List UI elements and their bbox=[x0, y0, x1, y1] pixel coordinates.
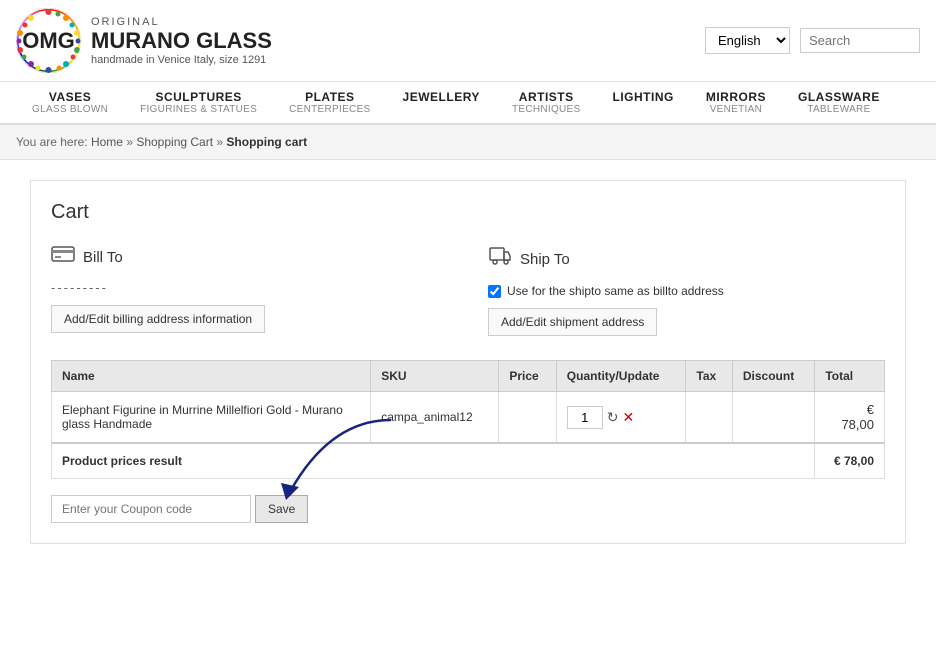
price-result-value: € 78,00 bbox=[815, 443, 885, 479]
cart-table-header: Name SKU Price Quantity/Update Tax Disco… bbox=[52, 361, 885, 392]
nav-item-plates[interactable]: PLATES CENTERPIECES bbox=[273, 82, 386, 123]
nav-item-mirrors[interactable]: MIRRORS VENETIAN bbox=[690, 82, 782, 123]
same-address-row: Use for the shipto same as billto addres… bbox=[488, 284, 885, 298]
page-content: Cart Bill To --------- Add/Edit billin bbox=[0, 160, 936, 564]
product-sku: campa_animal12 bbox=[371, 392, 499, 444]
logo-text: ORIGINAL MURANO GLASS handmade in Venice… bbox=[91, 16, 272, 66]
coupon-section: Save bbox=[51, 495, 885, 523]
cart-table-body: Elephant Figurine in Murrine Millelfiori… bbox=[52, 392, 885, 479]
address-section: Bill To --------- Add/Edit billing addre… bbox=[51, 244, 885, 336]
header-controls: English Italian German French bbox=[705, 27, 920, 54]
breadcrumb-cart-link[interactable]: Shopping Cart bbox=[136, 135, 213, 149]
col-price: Price bbox=[499, 361, 556, 392]
nav-item-jewellery[interactable]: JEWELLERY bbox=[387, 82, 496, 123]
breadcrumb-home[interactable]: Home bbox=[91, 135, 123, 149]
ship-to-icon bbox=[488, 244, 512, 274]
price-result-label: Product prices result bbox=[52, 443, 815, 479]
col-discount: Discount bbox=[732, 361, 814, 392]
cart-container: Cart Bill To --------- Add/Edit billin bbox=[30, 180, 906, 544]
page-header: OMG ORIGINAL MURANO GLASS handmade in Ve… bbox=[0, 0, 936, 82]
cart-title: Cart bbox=[51, 201, 885, 224]
bill-to-value: --------- bbox=[51, 280, 448, 295]
col-tax: Tax bbox=[686, 361, 733, 392]
product-name: Elephant Figurine in Murrine Millelfiori… bbox=[52, 392, 371, 444]
col-name: Name bbox=[52, 361, 371, 392]
bill-to-block: Bill To --------- Add/Edit billing addre… bbox=[51, 244, 448, 336]
add-edit-shipment-button[interactable]: Add/Edit shipment address bbox=[488, 308, 657, 336]
nav-item-vases[interactable]: VASES GLASS BLOWN bbox=[16, 82, 124, 123]
breadcrumb-sep2: » bbox=[216, 135, 226, 149]
logo-tagline: handmade in Venice Italy, size 1291 bbox=[91, 54, 272, 66]
col-quantity: Quantity/Update bbox=[556, 361, 686, 392]
logo-area: OMG ORIGINAL MURANO GLASS handmade in Ve… bbox=[16, 8, 272, 73]
coupon-row: Save bbox=[51, 495, 885, 523]
product-quantity-cell: ↻ ✕ bbox=[556, 392, 686, 444]
refresh-quantity-button[interactable]: ↻ bbox=[607, 409, 619, 426]
bill-to-label: Bill To bbox=[83, 249, 123, 266]
bill-to-header: Bill To bbox=[51, 244, 448, 270]
coupon-save-button[interactable]: Save bbox=[255, 495, 308, 523]
product-price bbox=[499, 392, 556, 444]
col-sku: SKU bbox=[371, 361, 499, 392]
bill-to-icon bbox=[51, 244, 75, 270]
nav-item-sculptures[interactable]: SCULPTURES FIGURINES & STATUES bbox=[124, 82, 273, 123]
price-result-row: Product prices result € 78,00 bbox=[52, 443, 885, 479]
search-input[interactable] bbox=[800, 28, 920, 53]
product-total: € 78,00 bbox=[815, 392, 885, 444]
coupon-input[interactable] bbox=[51, 495, 251, 523]
ship-to-block: Ship To Use for the shipto same as billt… bbox=[488, 244, 885, 336]
product-tax bbox=[686, 392, 733, 444]
same-address-checkbox[interactable] bbox=[488, 285, 501, 298]
logo-brand-text: MURANO GLASS bbox=[91, 28, 272, 54]
cart-table: Name SKU Price Quantity/Update Tax Disco… bbox=[51, 360, 885, 479]
ship-to-label: Ship To bbox=[520, 251, 570, 268]
add-edit-billing-button[interactable]: Add/Edit billing address information bbox=[51, 305, 265, 333]
logo-circle-icon: OMG bbox=[16, 8, 81, 73]
logo-original-text: ORIGINAL bbox=[91, 16, 272, 28]
ship-to-header: Ship To bbox=[488, 244, 885, 274]
remove-item-button[interactable]: ✕ bbox=[623, 409, 635, 426]
main-navigation: VASES GLASS BLOWN SCULPTURES FIGURINES &… bbox=[0, 82, 936, 125]
breadcrumb-current: Shopping cart bbox=[226, 135, 307, 149]
cart-table-header-row: Name SKU Price Quantity/Update Tax Disco… bbox=[52, 361, 885, 392]
product-discount bbox=[732, 392, 814, 444]
quantity-input[interactable] bbox=[567, 406, 603, 429]
nav-item-artists[interactable]: ARTISTS TECHNIQUES bbox=[496, 82, 597, 123]
quantity-controls: ↻ ✕ bbox=[567, 406, 676, 429]
language-selector[interactable]: English Italian German French bbox=[705, 27, 790, 54]
same-address-label: Use for the shipto same as billto addres… bbox=[507, 284, 724, 298]
col-total: Total bbox=[815, 361, 885, 392]
breadcrumb: You are here: Home » Shopping Cart » Sho… bbox=[0, 125, 936, 160]
table-row: Elephant Figurine in Murrine Millelfiori… bbox=[52, 392, 885, 444]
nav-item-lighting[interactable]: LIGHTING bbox=[597, 82, 690, 123]
breadcrumb-prefix: You are here: bbox=[16, 135, 91, 149]
nav-items-container: VASES GLASS BLOWN SCULPTURES FIGURINES &… bbox=[16, 82, 920, 123]
breadcrumb-sep1: » bbox=[126, 135, 136, 149]
nav-item-glassware[interactable]: GLASSWARE TABLEWARE bbox=[782, 82, 896, 123]
svg-text:OMG: OMG bbox=[22, 28, 75, 53]
